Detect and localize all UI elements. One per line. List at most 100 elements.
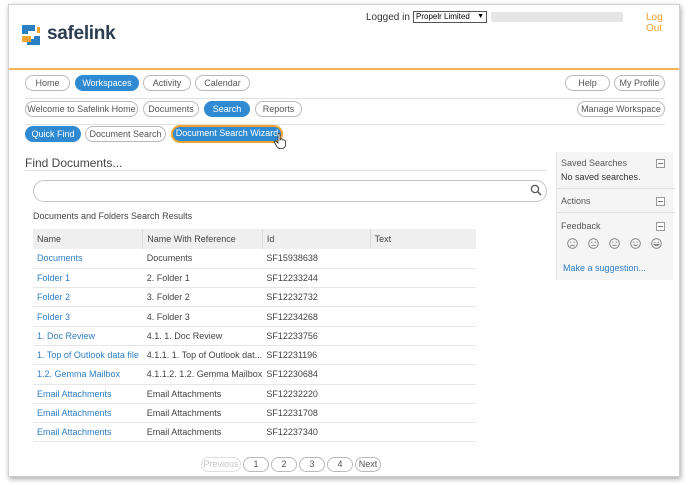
result-text: [370, 287, 476, 308]
result-name-link[interactable]: Email Attachments: [33, 422, 143, 443]
result-id: SF12234268: [262, 306, 371, 327]
result-id: SF12230684: [262, 364, 371, 385]
page-3-button[interactable]: 3: [299, 457, 325, 472]
make-suggestion-link[interactable]: Make a suggestion...: [563, 263, 646, 273]
collapse-icon[interactable]: [656, 222, 665, 231]
neutral-face-icon[interactable]: [609, 238, 620, 249]
table-row: Documents Documents SF15938638: [33, 249, 476, 269]
safelink-logo-icon: [22, 25, 40, 45]
collapse-icon[interactable]: [656, 159, 665, 168]
table-row: 1. Doc Review 4.1. 1. Doc Review SF12233…: [33, 326, 476, 346]
results-table: Name Name With Reference Id Text Documen…: [33, 229, 476, 443]
workspace-nav: Welcome to Safelink Home Documents Searc…: [25, 99, 665, 125]
result-reference: 4.1.1. 1. Top of Outlook dat...: [142, 345, 263, 366]
nav-my-profile[interactable]: My Profile: [614, 75, 665, 91]
user-name-redacted: [491, 12, 623, 22]
chevron-down-icon: ▼: [477, 13, 484, 20]
result-reference: 4.1. 1. Doc Review: [142, 326, 263, 346]
tab-document-search-wizard[interactable]: Document Search Wizard: [171, 125, 283, 143]
result-reference: 3. Folder 2: [142, 287, 263, 308]
search-input[interactable]: [33, 180, 547, 202]
tab-search[interactable]: Search: [204, 101, 250, 117]
hand-cursor-icon: [274, 133, 286, 149]
organisation-select-value: Propelr Limited: [416, 12, 470, 21]
result-name-link[interactable]: Folder 3: [33, 306, 143, 327]
result-name-link[interactable]: Email Attachments: [33, 384, 143, 404]
result-reference: Email Attachments: [142, 422, 263, 443]
divider: [25, 170, 547, 171]
page-2-button[interactable]: 2: [271, 457, 297, 472]
search-icon[interactable]: [530, 184, 542, 196]
result-reference: 4. Folder 3: [142, 306, 263, 327]
column-header-name-with-reference[interactable]: Name With Reference: [142, 229, 263, 249]
result-text: [370, 326, 476, 346]
previous-page-button[interactable]: Previous: [201, 457, 241, 472]
result-text: [370, 249, 476, 269]
tab-documents[interactable]: Documents: [143, 101, 199, 117]
result-name-link[interactable]: 1. Doc Review: [33, 326, 143, 346]
page-1-button[interactable]: 1: [243, 457, 269, 472]
happy-face-icon[interactable]: [630, 238, 641, 249]
table-row: 1. Top of Outlook data file 4.1.1. 1. To…: [33, 345, 476, 366]
brand-name: safelink: [47, 23, 116, 44]
saved-searches-empty: No saved searches.: [561, 172, 641, 182]
result-reference: 2. Folder 1: [142, 268, 263, 289]
next-page-button[interactable]: Next: [355, 457, 381, 472]
result-reference: 4.1.1.2. 1.2. Gemma Mailbox: [142, 364, 263, 385]
result-name-link[interactable]: Email Attachments: [33, 403, 143, 424]
table-header-row: Name Name With Reference Id Text: [33, 229, 476, 249]
manage-workspace-button[interactable]: Manage Workspace: [577, 101, 665, 117]
result-name-link[interactable]: Folder 2: [33, 287, 143, 308]
results-heading: Documents and Folders Search Results: [33, 211, 193, 221]
very-sad-face-icon[interactable]: [567, 238, 578, 249]
table-row: Folder 3 4. Folder 3 SF12234268: [33, 306, 476, 327]
table-row: Email Attachments Email Attachments SF12…: [33, 403, 476, 424]
divider: [557, 212, 675, 213]
result-name-link[interactable]: Folder 1: [33, 268, 143, 289]
table-row: Folder 2 3. Folder 2 SF12232732: [33, 287, 476, 308]
actions-title: Actions: [561, 196, 591, 206]
main-nav: Home Workspaces Activity Calendar Help M…: [25, 73, 665, 99]
result-text: [370, 364, 476, 385]
result-text: [370, 345, 476, 366]
search-mode-tabs: Quick Find Document Search Document Sear…: [25, 125, 665, 149]
saved-searches-title: Saved Searches: [561, 158, 628, 168]
column-header-text[interactable]: Text: [370, 229, 476, 249]
result-name-link[interactable]: 1.2. Gemma Mailbox: [33, 364, 143, 385]
nav-home[interactable]: Home: [25, 75, 70, 91]
page-4-button[interactable]: 4: [327, 457, 353, 472]
result-name-link[interactable]: Documents: [33, 249, 143, 269]
tab-document-search[interactable]: Document Search: [85, 126, 166, 142]
result-id: SF12237340: [262, 422, 371, 443]
sad-face-icon[interactable]: [588, 238, 599, 249]
right-sidebar: Saved Searches No saved searches. Action…: [556, 152, 675, 280]
result-id: SF12231708: [262, 403, 371, 424]
column-header-name[interactable]: Name: [33, 229, 144, 249]
tab-welcome-home[interactable]: Welcome to Safelink Home: [25, 101, 138, 117]
column-header-id[interactable]: Id: [262, 229, 371, 249]
result-reference: Email Attachments: [142, 403, 263, 424]
logout-link[interactable]: Log Out: [646, 12, 679, 34]
table-row: Folder 1 2. Folder 1 SF12233244: [33, 268, 476, 289]
organisation-select[interactable]: Propelr Limited ▼: [413, 11, 487, 23]
result-id: SF12231196: [262, 345, 371, 366]
tab-reports[interactable]: Reports: [255, 101, 302, 117]
result-id: SF15938638: [262, 249, 371, 269]
table-row: Email Attachments Email Attachments SF12…: [33, 384, 476, 404]
header-divider: [9, 68, 679, 70]
nav-workspaces[interactable]: Workspaces: [75, 75, 139, 91]
tab-quick-find[interactable]: Quick Find: [25, 126, 81, 142]
nav-activity[interactable]: Activity: [143, 75, 191, 91]
result-id: SF12233756: [262, 326, 371, 346]
result-text: [370, 306, 476, 327]
result-reference: Documents: [142, 249, 263, 269]
nav-calendar[interactable]: Calendar: [195, 75, 250, 91]
collapse-icon[interactable]: [656, 197, 665, 206]
result-id: SF12232732: [262, 287, 371, 308]
result-id: SF12233244: [262, 268, 371, 289]
nav-help[interactable]: Help: [565, 75, 610, 91]
result-id: SF12232220: [262, 384, 371, 404]
table-row: Email Attachments Email Attachments SF12…: [33, 422, 476, 443]
result-name-link[interactable]: 1. Top of Outlook data file: [33, 345, 143, 366]
very-happy-face-icon[interactable]: [651, 238, 662, 249]
